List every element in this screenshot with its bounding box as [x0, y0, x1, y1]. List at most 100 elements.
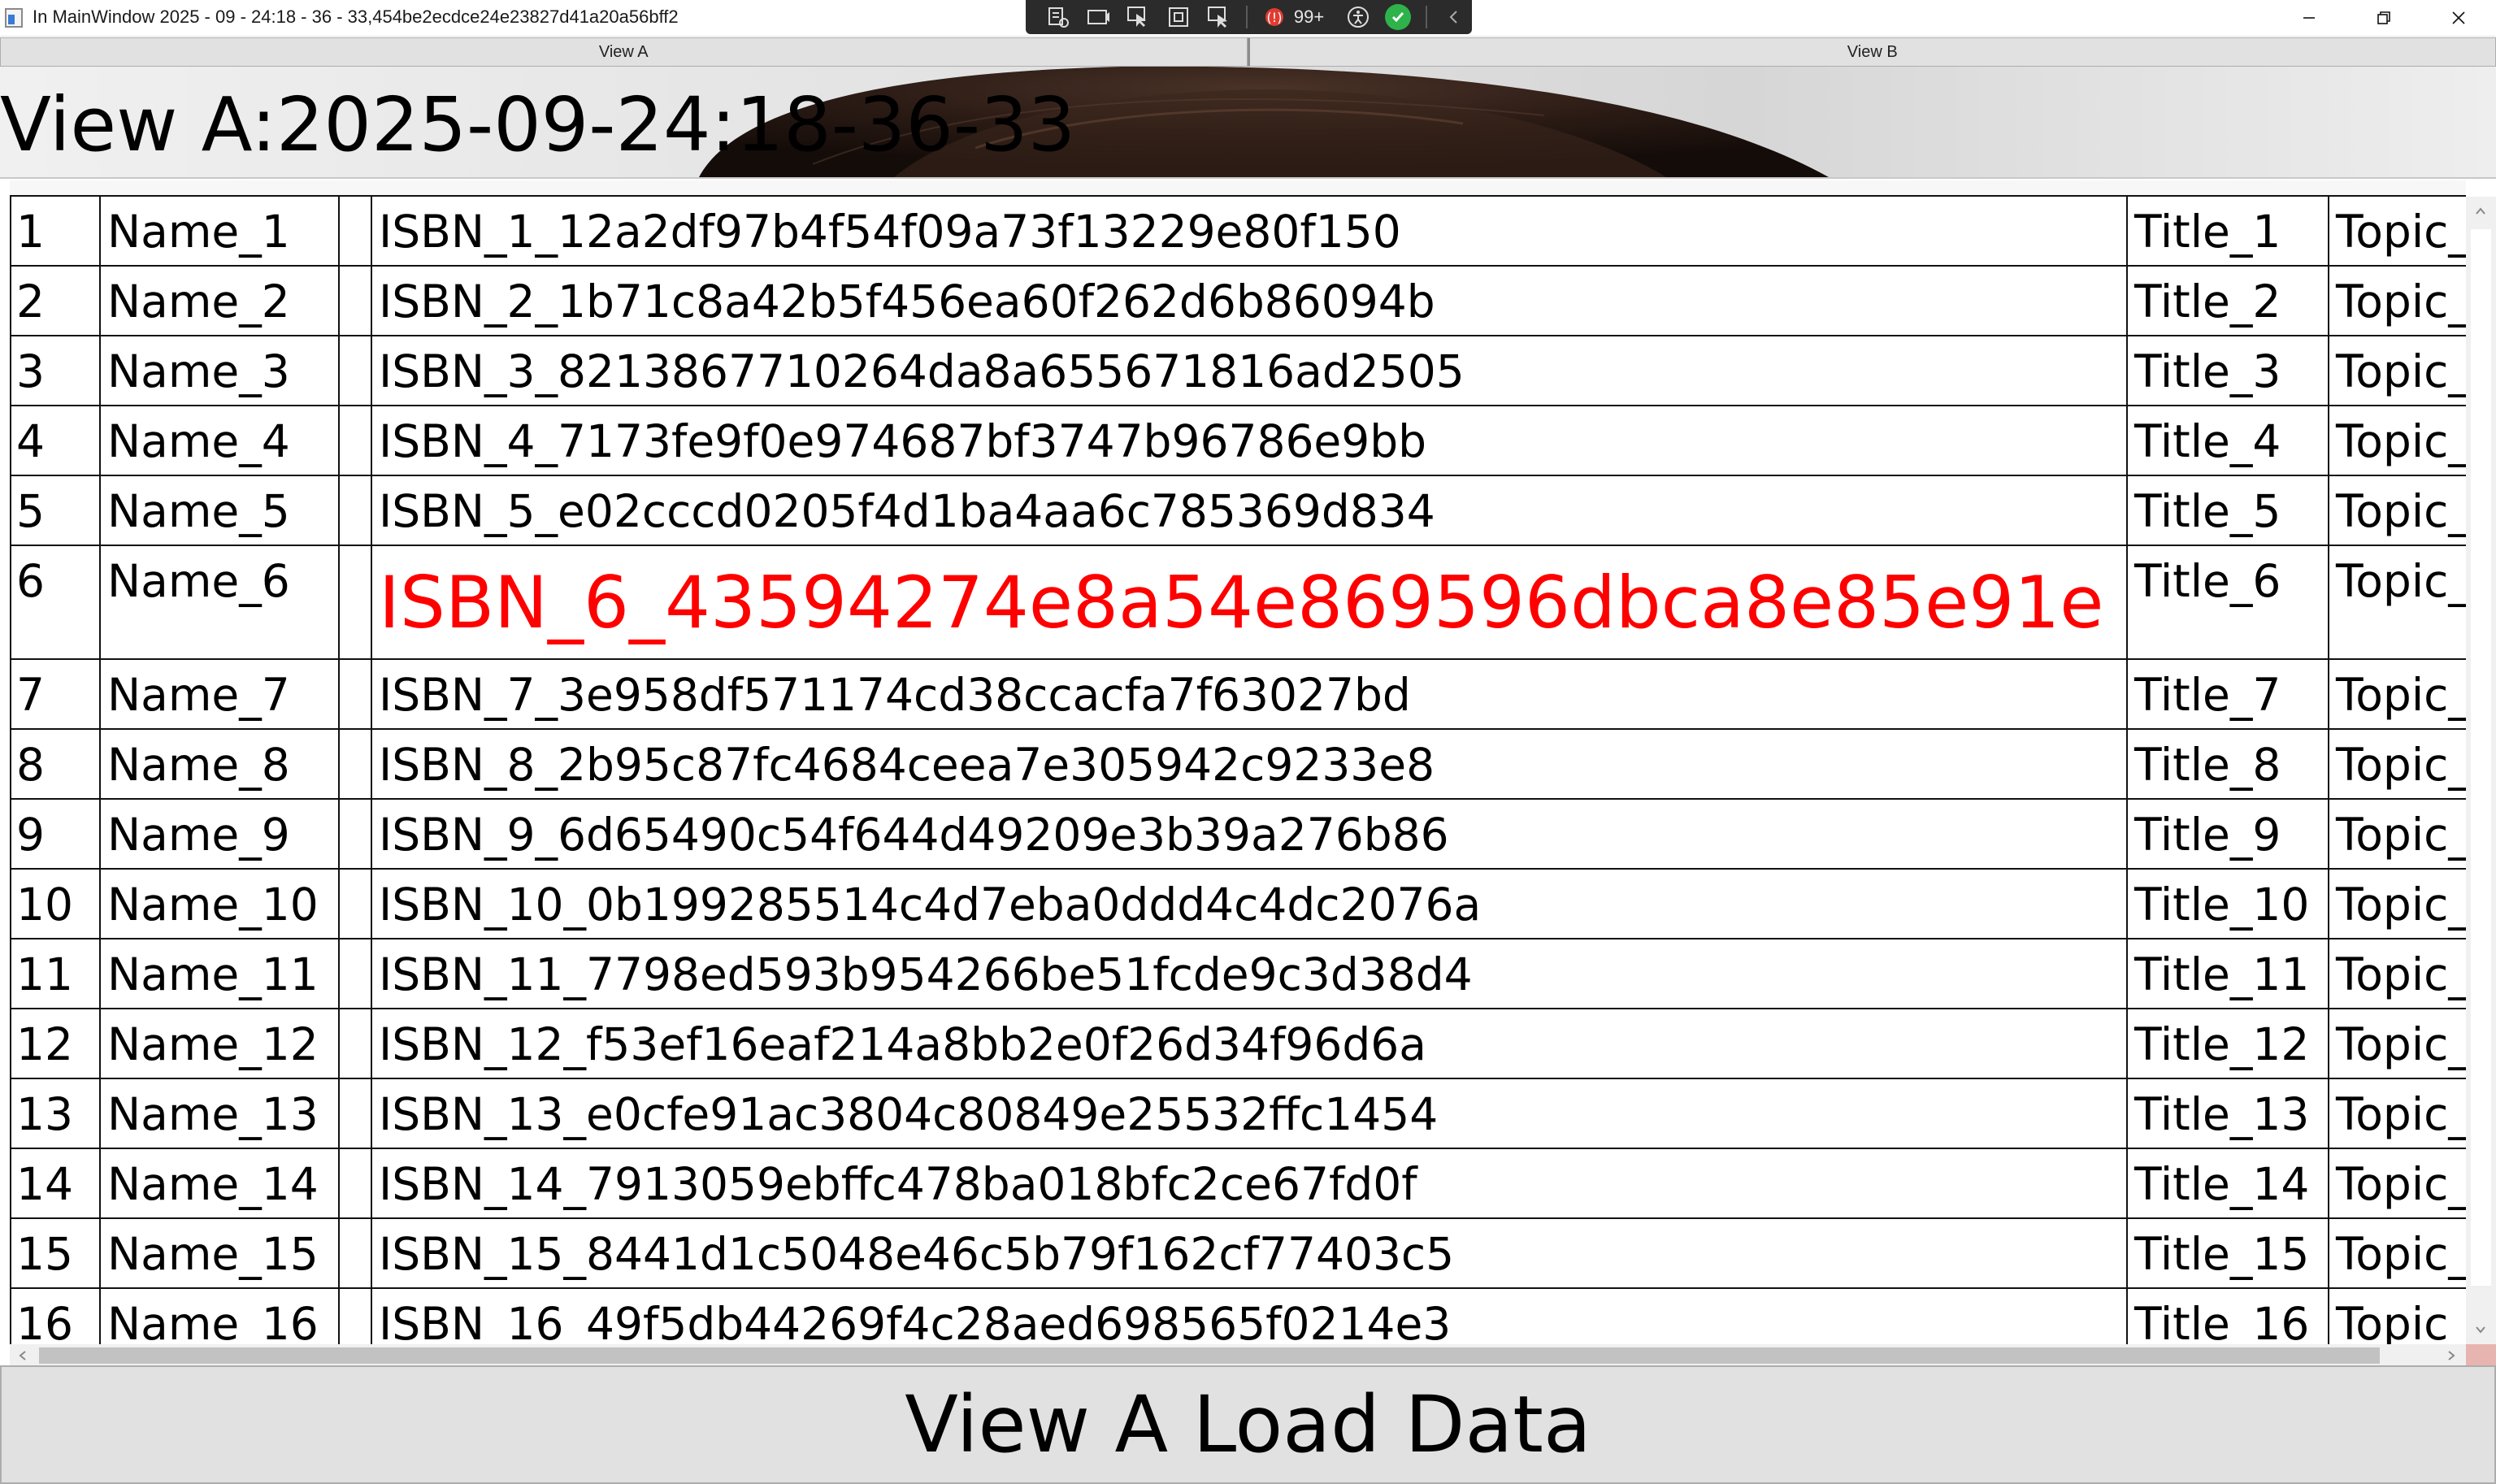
cell-title[interactable]: Title_6	[2128, 546, 2329, 658]
cell-topic[interactable]: Topic_2	[2329, 267, 2466, 335]
table-row[interactable]: 8 Name_8 ISBN_8_2b95c87fc4684ceea7e305942c…	[10, 730, 2466, 800]
cell-blank[interactable]	[340, 267, 372, 335]
cell-title[interactable]: Title_14	[2128, 1149, 2329, 1217]
table-row[interactable]: 9 Name_9 ISBN_9_6d65490c54f644d49209e3b39a…	[10, 800, 2466, 870]
cell-isbn[interactable]: ISBN_12_f53ef16eaf214a8bb2e0f26d34f96d6a	[372, 1009, 2128, 1078]
cell-topic[interactable]: Topic_5	[2329, 476, 2466, 545]
cell-name[interactable]: Name_9	[101, 800, 340, 868]
cell-blank[interactable]	[340, 1219, 372, 1287]
cell-isbn[interactable]: ISBN_16_49f5db44269f4c28aed698565f0214e3	[372, 1289, 2128, 1344]
cell-topic[interactable]: Topic_6	[2329, 546, 2466, 658]
table-row[interactable]: 5 Name_5 ISBN_5_e02cccd0205f4d1ba4aa6c7853…	[10, 476, 2466, 546]
cell-isbn[interactable]: ISBN_7_3e958df571174cd38ccacfa7f63027bd	[372, 660, 2128, 728]
table-row[interactable]: 13 Name_13 ISBN_13_e0cfe91ac3804c80849e255…	[10, 1079, 2466, 1149]
cell-isbn[interactable]: ISBN_8_2b95c87fc4684ceea7e305942c9233e8	[372, 730, 2128, 798]
vertical-scroll-thumb[interactable]	[2471, 229, 2491, 1286]
cell-topic[interactable]: Topic_12	[2329, 1009, 2466, 1078]
cell-name[interactable]: Name_11	[101, 939, 340, 1008]
cell-name[interactable]: Name_12	[101, 1009, 340, 1078]
cell-id[interactable]: 11	[10, 939, 101, 1008]
cell-title[interactable]: Title_8	[2128, 730, 2329, 798]
cell-topic[interactable]: Topic_13	[2329, 1079, 2466, 1148]
cell-isbn[interactable]: ISBN_1_12a2df97b4f54f09a73f13229e80f150	[372, 197, 2128, 265]
cell-name[interactable]: Name_4	[101, 406, 340, 475]
binding-failures-icon[interactable]: (!)	[1257, 2, 1292, 32]
table-row[interactable]: 1 Name_1 ISBN_1_12a2df97b4f54f09a73f13229e…	[10, 197, 2466, 267]
cell-name[interactable]: Name_10	[101, 870, 340, 938]
table-row[interactable]: 4 Name_4 ISBN_4_7173fe9f0e974687bf3747b967…	[10, 406, 2466, 476]
table-row[interactable]: 16 Name_16 ISBN_16_49f5db44269f4c28aed6985…	[10, 1289, 2466, 1344]
cell-title[interactable]: Title_1	[2128, 197, 2329, 265]
cell-blank[interactable]	[340, 406, 372, 475]
cell-topic[interactable]: Topic_9	[2329, 800, 2466, 868]
cell-isbn[interactable]: ISBN_4_7173fe9f0e974687bf3747b96786e9bb	[372, 406, 2128, 475]
cell-name[interactable]: Name_8	[101, 730, 340, 798]
cell-id[interactable]: 12	[10, 1009, 101, 1078]
cell-name[interactable]: Name_14	[101, 1149, 340, 1217]
cell-id[interactable]: 9	[10, 800, 101, 868]
cell-name[interactable]: Name_2	[101, 267, 340, 335]
cell-id[interactable]: 3	[10, 336, 101, 405]
hot-reload-icon[interactable]	[1200, 2, 1235, 32]
cell-topic[interactable]: Topic_14	[2329, 1149, 2466, 1217]
cell-isbn[interactable]: ISBN_3_8213867710264da8a655671816ad2505	[372, 336, 2128, 405]
cell-title[interactable]: Title_12	[2128, 1009, 2329, 1078]
table-row[interactable]: 6 Name_6 ISBN_6_43594274e8a54e869596dbca8e…	[10, 546, 2466, 660]
table-row[interactable]: 15 Name_15 ISBN_15_8441d1c5048e46c5b79f162…	[10, 1219, 2466, 1289]
cell-blank[interactable]	[340, 800, 372, 868]
cell-id[interactable]: 1	[10, 197, 101, 265]
cell-name[interactable]: Name_3	[101, 336, 340, 405]
tab-view-b[interactable]: View B	[1247, 37, 2496, 67]
cell-id[interactable]: 13	[10, 1079, 101, 1148]
cell-id[interactable]: 7	[10, 660, 101, 728]
cell-id[interactable]: 4	[10, 406, 101, 475]
cell-name[interactable]: Name_13	[101, 1079, 340, 1148]
live-visual-tree-icon[interactable]	[1040, 2, 1075, 32]
cell-id[interactable]: 5	[10, 476, 101, 545]
cell-name[interactable]: Name_7	[101, 660, 340, 728]
display-layout-adorners-icon[interactable]	[1080, 2, 1115, 32]
cell-topic[interactable]: Topic_7	[2329, 660, 2466, 728]
cell-name[interactable]: Name_1	[101, 197, 340, 265]
cell-title[interactable]: Title_11	[2128, 939, 2329, 1008]
cell-name[interactable]: Name_6	[101, 546, 340, 658]
cell-blank[interactable]	[340, 1079, 372, 1148]
cell-id[interactable]: 8	[10, 730, 101, 798]
table-row[interactable]: 2 Name_2 ISBN_2_1b71c8a42b5f456ea60f262d6b…	[10, 267, 2466, 336]
cell-title[interactable]: Title_3	[2128, 336, 2329, 405]
cell-isbn[interactable]: ISBN_14_7913059ebffc478ba018bfc2ce67fd0f	[372, 1149, 2128, 1217]
cell-blank[interactable]	[340, 1009, 372, 1078]
cell-blank[interactable]	[340, 476, 372, 545]
cell-title[interactable]: Title_7	[2128, 660, 2329, 728]
cell-id[interactable]: 10	[10, 870, 101, 938]
cell-topic[interactable]: Topic_10	[2329, 870, 2466, 938]
horizontal-scroll-thumb[interactable]	[39, 1347, 2380, 1364]
load-data-button[interactable]: View A Load Data	[0, 1365, 2496, 1484]
cell-topic[interactable]: Topic_11	[2329, 939, 2466, 1008]
cell-blank[interactable]	[340, 939, 372, 1008]
cell-blank[interactable]	[340, 336, 372, 405]
select-element-icon[interactable]	[1121, 2, 1156, 32]
cell-title[interactable]: Title_13	[2128, 1079, 2329, 1148]
cell-name[interactable]: Name_15	[101, 1219, 340, 1287]
cell-id[interactable]: 6	[10, 546, 101, 658]
cell-title[interactable]: Title_4	[2128, 406, 2329, 475]
scroll-left-icon[interactable]	[15, 1347, 31, 1364]
cell-title[interactable]: Title_10	[2128, 870, 2329, 938]
cell-id[interactable]: 15	[10, 1219, 101, 1287]
cell-name[interactable]: Name_5	[101, 476, 340, 545]
cell-topic[interactable]: Topic_8	[2329, 730, 2466, 798]
horizontal-scrollbar[interactable]	[10, 1344, 2466, 1367]
cell-isbn[interactable]: ISBN_10_0b199285514c4d7eba0ddd4c4dc2076a	[372, 870, 2128, 938]
cell-title[interactable]: Title_15	[2128, 1219, 2329, 1287]
cell-blank[interactable]	[340, 546, 372, 658]
cell-topic[interactable]: Topic_3	[2329, 336, 2466, 405]
scroll-right-icon[interactable]	[2443, 1347, 2459, 1364]
cell-isbn[interactable]: ISBN_13_e0cfe91ac3804c80849e25532ffc1454	[372, 1079, 2128, 1148]
cell-blank[interactable]	[340, 197, 372, 265]
track-focus-icon[interactable]	[1161, 2, 1196, 32]
cell-topic[interactable]: Topic_1	[2329, 197, 2466, 265]
cell-isbn[interactable]: ISBN_11_7798ed593b954266be51fcde9c3d38d4	[372, 939, 2128, 1008]
cell-id[interactable]: 16	[10, 1289, 101, 1344]
table-row[interactable]: 7 Name_7 ISBN_7_3e958df571174cd38ccacfa7f6…	[10, 660, 2466, 730]
